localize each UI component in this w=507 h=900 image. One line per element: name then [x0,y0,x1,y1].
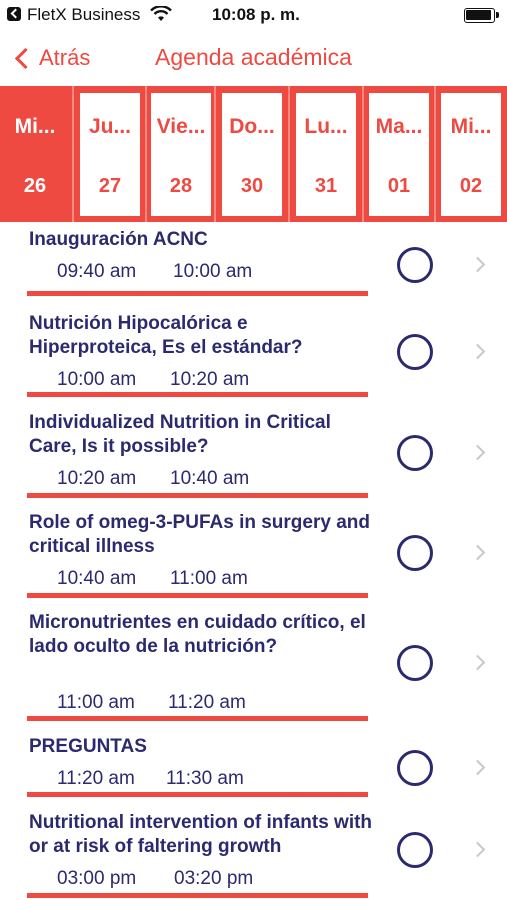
date-tab-day: Mi... [14,115,56,138]
agenda-item[interactable]: Individualized Nutrition in Critical Car… [0,405,507,501]
chevron-right-icon [469,654,486,671]
date-divider [288,86,290,222]
date-tab-26[interactable]: Mi... 26 [0,93,70,216]
date-tab-day: Mi... [450,115,492,138]
agenda-item-title: Individualized Nutrition in Critical Car… [29,412,331,457]
agenda-item-title: Nutritional intervention of infants with… [29,812,373,857]
agenda-item-title: Role of omeg-3-PUFAs in surgery and crit… [29,512,370,557]
date-tab-02[interactable]: Mi... 02 [441,93,501,216]
date-divider [434,86,436,222]
date-divider [145,86,147,222]
back-to-app-icon[interactable] [7,7,21,21]
battery-icon [464,8,495,23]
date-tab-number: 27 [98,175,122,197]
agenda-item-title: Inauguración ACNC [29,229,208,250]
date-selector: Mi... 26 Ju... 27 Vie... 28 Do... 30 Lu... 31 Ma..… [0,86,507,222]
status-time: 10:08 p. m. [212,5,300,24]
wifi-icon [150,6,172,21]
page-title: Agenda académica [155,44,352,70]
agenda-item-start-time: 10:40 am [57,568,137,589]
agenda-item-end-time: 10:00 am [173,261,253,282]
agenda-item-start-time: 11:20 am [57,768,135,789]
chevron-right-icon [469,841,486,858]
date-tab-27[interactable]: Ju... 27 [80,93,140,216]
date-tab-number: 30 [240,175,264,197]
agenda-item-title: Nutrición Hipocalórica e Hiperproteica, … [29,313,303,358]
favorite-toggle-circle-icon[interactable] [397,535,433,571]
date-tab-day: Ju... [88,115,131,138]
date-tab-day: Vie... [156,115,206,138]
agenda-item[interactable]: Inauguración ACNC 09:40 am 10:00 am [0,222,507,299]
agenda-item[interactable]: Nutritional intervention of infants with… [0,805,507,900]
status-bar: FletX Business 10:08 p. m. [0,0,507,30]
agenda-item-end-time: 11:30 am [166,768,244,789]
agenda-item-divider [27,893,368,898]
agenda-item-end-time: 10:20 am [170,369,250,390]
agenda-item[interactable]: Micronutrientes en cuidado crítico, el l… [0,605,507,724]
agenda-item-divider [27,291,368,296]
favorite-toggle-circle-icon[interactable] [397,247,433,283]
date-tab-number: 01 [387,175,411,197]
date-divider [72,86,74,222]
battery-tip [496,12,499,18]
agenda-item[interactable]: Role of omeg-3-PUFAs in surgery and crit… [0,505,507,601]
navigation-bar: Atrás Agenda académica [0,30,507,86]
agenda-item-start-time: 10:00 am [57,369,137,390]
date-tab-number: 26 [23,175,47,197]
date-tab-day: Do... [229,115,275,138]
chevron-right-icon [469,256,486,273]
agenda-item-divider [27,493,368,498]
date-tab-01[interactable]: Ma... 01 [369,93,429,216]
date-tab-number: 02 [459,175,483,197]
status-app-name[interactable]: FletX Business [27,5,140,25]
agenda-item-end-time: 10:40 am [170,468,250,489]
favorite-toggle-circle-icon[interactable] [397,832,433,868]
agenda-item-end-time: 03:20 pm [174,868,254,889]
date-tab-day: Lu... [304,115,348,138]
favorite-toggle-circle-icon[interactable] [397,334,433,370]
agenda-item-title: Micronutrientes en cuidado crítico, el l… [29,612,366,657]
date-tab-30[interactable]: Do... 30 [222,93,282,216]
agenda-item-start-time: 11:00 am [57,692,135,713]
chevron-right-icon [469,759,486,776]
agenda-item-start-time: 09:40 am [57,261,137,282]
favorite-toggle-circle-icon[interactable] [397,750,433,786]
chevron-right-icon [469,444,486,461]
date-divider [362,86,364,222]
agenda-item-divider [27,392,368,397]
favorite-toggle-circle-icon[interactable] [397,645,433,681]
agenda-item-divider [27,792,368,797]
date-tab-number: 28 [169,175,193,197]
date-tab-28[interactable]: Vie... 28 [151,93,211,216]
chevron-right-icon [469,544,486,561]
date-divider [214,86,216,222]
agenda-item-start-time: 10:20 am [57,468,137,489]
agenda-item[interactable]: Nutrición Hipocalórica e Hiperproteica, … [0,306,507,400]
favorite-toggle-circle-icon[interactable] [397,435,433,471]
agenda-item-divider [27,593,368,598]
agenda-item-end-time: 11:00 am [170,568,248,589]
agenda-item-divider [27,716,368,721]
agenda-item-start-time: 03:00 pm [57,868,137,889]
date-tab-day: Ma... [375,115,423,138]
agenda-item[interactable]: PREGUNTAS 11:20 am 11:30 am [0,729,507,800]
agenda-item-title: PREGUNTAS [29,736,147,757]
date-tab-31[interactable]: Lu... 31 [296,93,356,216]
date-tab-number: 31 [314,175,338,197]
agenda-item-end-time: 11:20 am [168,692,246,713]
chevron-right-icon [469,343,486,360]
